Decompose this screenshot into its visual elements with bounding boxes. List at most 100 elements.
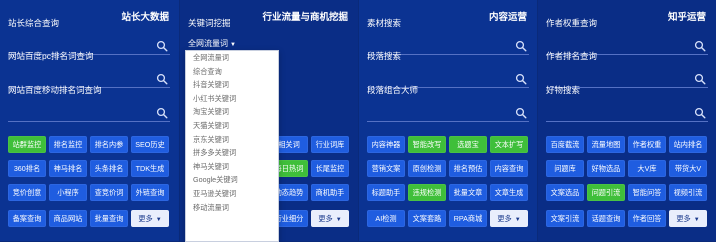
tool-button[interactable]: RPA商城 bbox=[449, 210, 487, 227]
tool-button-label: 流量地图 bbox=[591, 140, 621, 149]
tool-button[interactable]: 头条排名 bbox=[90, 160, 128, 177]
tool-button[interactable]: 文案选品 bbox=[546, 184, 584, 201]
dropdown-option[interactable]: 抖音关键词 bbox=[186, 78, 278, 92]
tool-button[interactable]: 长尾监控 bbox=[311, 160, 349, 177]
search-field[interactable]: 段落组合大师 bbox=[367, 84, 529, 122]
tool-button-label: 原创检测 bbox=[412, 164, 442, 173]
tool-button[interactable]: TDK生成 bbox=[131, 160, 169, 177]
tool-button[interactable]: 小程序 bbox=[49, 184, 87, 201]
tool-button-label: 更多 bbox=[676, 214, 691, 223]
tool-button[interactable]: 百度截流 bbox=[546, 136, 584, 153]
tool-button-label: 长尾监控 bbox=[315, 164, 345, 173]
tool-button[interactable]: 文章生成 bbox=[490, 184, 528, 201]
search-field[interactable]: 作者排名查询 bbox=[546, 50, 708, 88]
keyword-type-selected: 全网流量词 bbox=[188, 39, 228, 48]
tool-button-label: 排名内参 bbox=[94, 140, 124, 149]
search-icon[interactable] bbox=[515, 72, 527, 85]
dropdown-option[interactable]: 京东关键词 bbox=[186, 133, 278, 147]
more-button[interactable]: 更多 ▼ bbox=[490, 210, 528, 227]
tool-button[interactable]: 大V库 bbox=[628, 160, 666, 177]
tool-button-label: 竞价创意 bbox=[12, 188, 42, 197]
tool-button[interactable]: 视频引流 bbox=[669, 184, 707, 201]
tool-button-label: 商机助手 bbox=[315, 188, 345, 197]
search-icon[interactable] bbox=[694, 106, 706, 119]
dropdown-option[interactable]: 淘宝关键词 bbox=[186, 105, 278, 119]
tool-button-label: 文章生成 bbox=[494, 188, 524, 197]
keyword-type-dropdown-menu: 全网流量词 综合查询 抖音关键词 小红书关键词 淘宝关键词 天猫关键词 京东关键词 拼多多关键… bbox=[185, 50, 279, 242]
tool-button-label: 文案套路 bbox=[412, 214, 442, 223]
dropdown-option[interactable]: 小红书关键词 bbox=[186, 92, 278, 106]
more-button[interactable]: 更多 ▼ bbox=[131, 210, 169, 227]
tool-button[interactable]: 标题助手 bbox=[367, 184, 405, 201]
tool-button[interactable]: 智能改写 bbox=[408, 136, 446, 153]
search-field[interactable]: 网站百度移动排名词查询 bbox=[8, 84, 170, 122]
tool-button[interactable]: 360排名 bbox=[8, 160, 46, 177]
search-field-label: 作者权重查询 bbox=[546, 18, 598, 28]
search-icon[interactable] bbox=[156, 106, 168, 119]
dropdown-option[interactable]: 综合查询 bbox=[186, 65, 278, 79]
search-field-label: 站长综合查询 bbox=[8, 18, 60, 28]
search-icon[interactable] bbox=[515, 106, 527, 119]
tool-button[interactable]: 外链查询 bbox=[131, 184, 169, 201]
tool-button[interactable]: 选题宝 bbox=[449, 136, 487, 153]
keyword-type-select[interactable]: 全网流量词 ▼ bbox=[188, 38, 236, 49]
search-field[interactable]: 好物搜索 bbox=[546, 84, 708, 122]
more-button[interactable]: 更多 ▼ bbox=[669, 210, 707, 227]
tool-button[interactable]: AI检测 bbox=[367, 210, 405, 227]
tool-button[interactable]: 营销文案 bbox=[367, 160, 405, 177]
tool-button[interactable]: 文案套路 bbox=[408, 210, 446, 227]
dropdown-option[interactable]: 神马关键词 bbox=[186, 160, 278, 174]
tool-button[interactable]: 备案查询 bbox=[8, 210, 46, 227]
tool-button-label: 行业词库 bbox=[315, 140, 345, 149]
tool-button[interactable]: 好物选品 bbox=[587, 160, 625, 177]
tool-button[interactable]: 违规检测 bbox=[408, 184, 446, 201]
tool-button-label: 话题查询 bbox=[591, 214, 621, 223]
tool-button[interactable]: 排名内参 bbox=[90, 136, 128, 153]
tool-button[interactable]: 站群监控 bbox=[8, 136, 46, 153]
dropdown-option[interactable]: 亚马逊关键词 bbox=[186, 187, 278, 201]
search-field[interactable]: 段落搜索 bbox=[367, 50, 529, 88]
tool-button[interactable]: 问题库 bbox=[546, 160, 584, 177]
tool-button[interactable]: 文本扩写 bbox=[490, 136, 528, 153]
tool-button-label: 站内排名 bbox=[673, 140, 703, 149]
tool-button[interactable]: 智能问答 bbox=[628, 184, 666, 201]
tool-button[interactable]: 作者回答 bbox=[628, 210, 666, 227]
tool-button[interactable]: 文案引流 bbox=[546, 210, 584, 227]
search-icon[interactable] bbox=[694, 72, 706, 85]
tool-button[interactable]: 作者权重 bbox=[628, 136, 666, 153]
tool-button[interactable]: 商品网站 bbox=[49, 210, 87, 227]
dropdown-option[interactable]: 拼多多关键词 bbox=[186, 146, 278, 160]
search-field[interactable]: 网站百度pc排名词查询 bbox=[8, 50, 170, 88]
tool-button-label: 更多 bbox=[318, 214, 333, 223]
more-button[interactable]: 更多 ▼ bbox=[311, 210, 349, 227]
tool-button[interactable]: 原创检测 bbox=[408, 160, 446, 177]
tool-button[interactable]: 查竞价词 bbox=[90, 184, 128, 201]
tool-button[interactable]: 排名预估 bbox=[449, 160, 487, 177]
tool-button[interactable]: 竞价创意 bbox=[8, 184, 46, 201]
tool-button[interactable]: 行业词库 bbox=[311, 136, 349, 153]
tool-button[interactable]: 排名监控 bbox=[49, 136, 87, 153]
dropdown-option[interactable]: 移动流量词 bbox=[186, 201, 278, 215]
search-icon[interactable] bbox=[156, 72, 168, 85]
tool-button-label: 批量查询 bbox=[94, 214, 124, 223]
tool-button-label: 文本扩写 bbox=[494, 140, 524, 149]
tool-button[interactable]: 站内排名 bbox=[669, 136, 707, 153]
tool-button[interactable]: 内容查询 bbox=[490, 160, 528, 177]
tool-button[interactable]: SEO历史 bbox=[131, 136, 169, 153]
dropdown-option[interactable]: 天猫关键词 bbox=[186, 119, 278, 133]
tool-button-label: 文案引流 bbox=[550, 214, 580, 223]
tool-button[interactable]: 批量文章 bbox=[449, 184, 487, 201]
panel-zhihu-operation: 知乎运营 作者权重查询 作者排名查询 好物搜索 百度截流 流量地图 作者权重 站内排名 问题库好… bbox=[538, 0, 716, 241]
dropdown-option[interactable]: Google关键词 bbox=[186, 173, 278, 187]
tool-button[interactable]: 带货大V bbox=[669, 160, 707, 177]
search-field-label: 素材搜索 bbox=[367, 18, 402, 28]
tool-button[interactable]: 流量地图 bbox=[587, 136, 625, 153]
tool-button-label: 作者权重 bbox=[632, 140, 662, 149]
tool-button[interactable]: 神马排名 bbox=[49, 160, 87, 177]
tool-button[interactable]: 问题引流 bbox=[587, 184, 625, 201]
dropdown-option[interactable]: 全网流量词 bbox=[186, 51, 278, 65]
tool-button[interactable]: 话题查询 bbox=[587, 210, 625, 227]
tool-button[interactable]: 内容神器 bbox=[367, 136, 405, 153]
tool-button[interactable]: 批量查询 bbox=[90, 210, 128, 227]
tool-button[interactable]: 商机助手 bbox=[311, 184, 349, 201]
